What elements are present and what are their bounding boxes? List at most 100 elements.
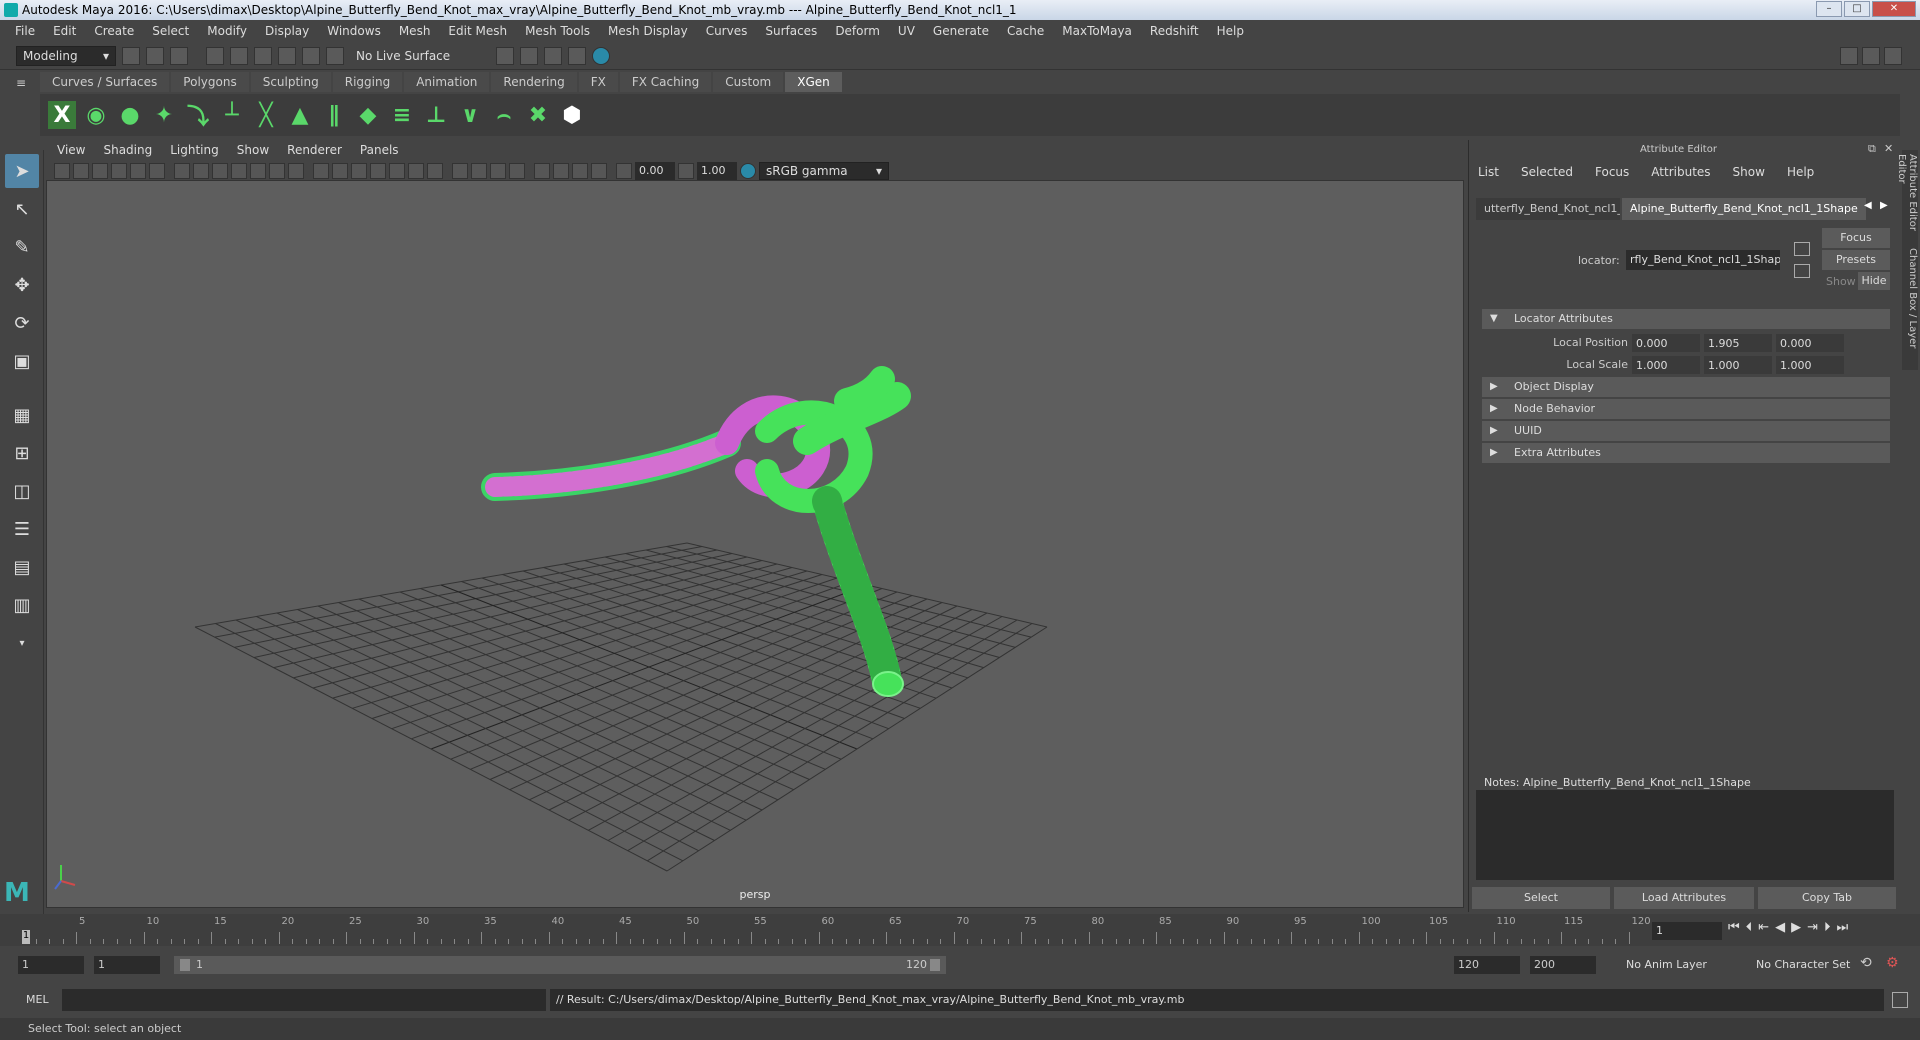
select-object-icon[interactable] — [146, 46, 164, 65]
menu-select[interactable]: Select — [143, 24, 198, 38]
focus-node-icon[interactable] — [1794, 242, 1810, 256]
snap-point-icon[interactable] — [254, 46, 272, 65]
character-set-dropdown[interactable]: No Character Set — [1744, 956, 1874, 974]
notes-field[interactable] — [1476, 790, 1894, 880]
menu-display[interactable]: Display — [256, 24, 318, 38]
shelf-tab-animation[interactable]: Animation — [404, 72, 490, 92]
tab-transform-node[interactable]: utterfly_Bend_Knot_ncl1_1 — [1476, 198, 1620, 220]
menu-mesh-display[interactable]: Mesh Display — [599, 24, 697, 38]
anti-aliasing-icon[interactable] — [509, 163, 525, 179]
shelf-tab-custom[interactable]: Custom — [713, 72, 784, 92]
ae-menu-list[interactable]: List — [1478, 165, 1499, 179]
gate-mask-icon[interactable] — [231, 163, 247, 179]
select-tool-icon[interactable]: ➤ — [5, 154, 39, 188]
xray-icon[interactable] — [389, 163, 405, 179]
snap-grid-icon[interactable] — [206, 46, 224, 65]
default-material-icon[interactable] — [351, 163, 367, 179]
more-layouts-icon[interactable]: ▾ — [5, 626, 39, 660]
hide-button[interactable]: Hide — [1858, 272, 1890, 290]
section-node-behavior[interactable]: ▶ Node Behavior — [1482, 399, 1890, 419]
ae-menu-focus[interactable]: Focus — [1595, 165, 1629, 179]
step-back-key-icon[interactable]: ⏴ — [1746, 920, 1753, 935]
field-chart-icon[interactable] — [250, 163, 266, 179]
paint-select-icon[interactable]: ✎ — [5, 230, 39, 264]
script-language-label[interactable]: MEL — [26, 993, 49, 1006]
xgen-preview-icon[interactable]: ◉ — [82, 101, 110, 129]
script-editor-icon[interactable] — [1892, 992, 1908, 1008]
viewport-menu-show[interactable]: Show — [228, 143, 278, 161]
menu-edit[interactable]: Edit — [44, 24, 85, 38]
hypershade-icon[interactable] — [592, 46, 610, 65]
menu-file[interactable]: File — [6, 24, 44, 38]
menu-help[interactable]: Help — [1208, 24, 1253, 38]
current-frame-field[interactable]: 1 — [1652, 922, 1722, 940]
xray-joints-icon[interactable] — [553, 163, 569, 179]
use-all-lights-icon[interactable] — [427, 163, 443, 179]
channel-box-toggle-icon[interactable] — [1884, 47, 1902, 65]
xgen-place-guide-icon[interactable]: ⤵ — [184, 101, 212, 130]
animation-end-field[interactable]: 200 — [1530, 956, 1596, 974]
viewport-menu-view[interactable]: View — [48, 143, 94, 161]
section-uuid[interactable]: ▶ UUID — [1482, 421, 1890, 441]
move-tool-icon[interactable]: ✥ — [5, 268, 39, 302]
xgen-create-icon[interactable]: ● — [116, 101, 144, 129]
select-component-icon[interactable] — [170, 46, 188, 65]
xgen-density-icon[interactable]: ≡ — [388, 101, 416, 129]
snap-curve-icon[interactable] — [230, 46, 248, 65]
four-view-layout-icon[interactable]: ⊞ — [5, 436, 39, 470]
maximize-button[interactable]: □ — [1844, 1, 1870, 17]
load-attributes-button[interactable]: Load Attributes — [1614, 887, 1754, 909]
local-position-z[interactable]: 0.000 — [1776, 334, 1844, 352]
scale-tool-icon[interactable]: ▣ — [5, 344, 39, 378]
rotate-tool-icon[interactable]: ⟳ — [5, 306, 39, 340]
shelf-tab-fx-caching[interactable]: FX Caching — [619, 72, 712, 92]
section-extra-attributes[interactable]: ▶ Extra Attributes — [1482, 443, 1890, 463]
shelf-menu-icon[interactable]: ≡ — [16, 76, 30, 90]
backface-icon[interactable] — [591, 163, 607, 179]
menu-edit-mesh[interactable]: Edit Mesh — [439, 24, 516, 38]
xgen-editor-icon[interactable]: X — [48, 101, 76, 129]
current-frame-marker[interactable]: 1 — [22, 930, 30, 944]
textured-icon[interactable] — [408, 163, 424, 179]
select-hierarchy-icon[interactable] — [122, 46, 140, 65]
range-end-handle[interactable] — [930, 959, 940, 971]
range-start-handle[interactable] — [180, 959, 190, 971]
animation-start-field[interactable]: 1 — [18, 956, 84, 974]
auto-key-icon[interactable]: ⟲ — [1860, 955, 1872, 971]
ae-menu-show[interactable]: Show — [1733, 165, 1765, 179]
command-input[interactable] — [62, 989, 546, 1011]
xgen-hex-icon[interactable]: ⬢ — [558, 101, 586, 129]
safe-title-icon[interactable] — [288, 163, 304, 179]
render-icon[interactable] — [520, 46, 538, 65]
xgen-guide-icon[interactable]: ✦ — [150, 101, 178, 129]
menu-mesh-tools[interactable]: Mesh Tools — [516, 24, 599, 38]
step-forward-frame-icon[interactable]: ⇥ — [1807, 920, 1818, 935]
ae-menu-selected[interactable]: Selected — [1521, 165, 1573, 179]
grease-pencil-icon[interactable] — [130, 163, 146, 179]
gamma-icon[interactable] — [678, 163, 694, 179]
lasso-tool-icon[interactable]: ↖ — [5, 192, 39, 226]
step-back-frame-icon[interactable]: ⇤ — [1758, 920, 1769, 935]
menu-curves[interactable]: Curves — [697, 24, 757, 38]
menu-surfaces[interactable]: Surfaces — [756, 24, 826, 38]
motion-blur-icon[interactable] — [490, 163, 506, 179]
menu-cache[interactable]: Cache — [998, 24, 1053, 38]
locator-name-field[interactable]: rfly_Bend_Knot_ncl1_1Shape — [1626, 250, 1780, 270]
xgen-clump-icon[interactable]: ∨ — [456, 101, 484, 129]
shelf-tab-fx[interactable]: FX — [578, 72, 618, 92]
safe-action-icon[interactable] — [269, 163, 285, 179]
camera-attr-icon[interactable] — [73, 163, 89, 179]
preferences-icon[interactable]: ⚙ — [1886, 955, 1899, 971]
shelf-tab-sculpting[interactable]: Sculpting — [250, 72, 331, 92]
local-scale-x[interactable]: 1.000 — [1632, 356, 1700, 374]
local-scale-z[interactable]: 1.000 — [1776, 356, 1844, 374]
playback-start-field[interactable]: 1 — [94, 956, 160, 974]
focus-button[interactable]: Focus — [1822, 228, 1890, 248]
copy-tab-button[interactable]: Copy Tab — [1758, 887, 1896, 909]
exposure-field[interactable]: 0.00 — [635, 162, 675, 180]
viewport-menu-renderer[interactable]: Renderer — [278, 143, 351, 161]
menu-uv[interactable]: UV — [889, 24, 924, 38]
menu-deform[interactable]: Deform — [826, 24, 889, 38]
xgen-comb-icon[interactable]: ∥ — [320, 101, 348, 129]
shelf-tab-curves-surfaces[interactable]: Curves / Surfaces — [40, 72, 170, 92]
